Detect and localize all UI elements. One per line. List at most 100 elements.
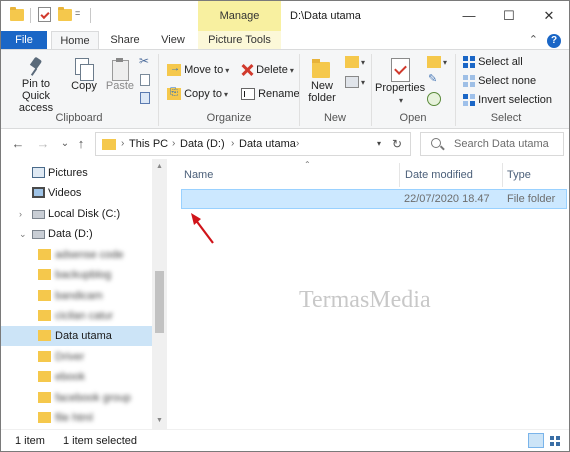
select-none-button[interactable]: Select none xyxy=(463,73,536,89)
nav-item-folder[interactable]: facebook group xyxy=(1,388,152,408)
pin-to-quick-access-button[interactable]: Pin to Quick access xyxy=(5,58,67,114)
title-bar: = Manage D:\Data utama — ☐ ✕ xyxy=(1,1,569,31)
copy-button[interactable]: Copy xyxy=(67,58,101,92)
nav-item-folder[interactable]: backupblog xyxy=(1,265,152,285)
edit-button[interactable] xyxy=(427,72,441,86)
nav-item-local-disk-c[interactable]: › Local Disk (C:) xyxy=(1,204,152,224)
copy-to-icon xyxy=(167,85,181,101)
easy-access-icon xyxy=(345,76,359,89)
open-icon xyxy=(427,56,441,69)
properties-icon[interactable] xyxy=(38,7,51,22)
forward-button[interactable]: → xyxy=(35,135,51,153)
breadcrumb-separator[interactable]: › xyxy=(172,133,175,155)
delete-button[interactable]: Delete ▾ xyxy=(241,62,294,78)
cut-button[interactable] xyxy=(139,54,151,68)
up-button[interactable]: ↑ xyxy=(73,135,89,153)
pin-icon xyxy=(29,58,43,78)
scissors-icon xyxy=(139,54,151,68)
history-button[interactable] xyxy=(427,92,441,106)
breadcrumb-this-pc[interactable]: This PC xyxy=(129,133,168,155)
column-header-type[interactable]: Type xyxy=(507,165,531,185)
nav-item-pictures[interactable]: Pictures xyxy=(1,163,152,183)
nav-item-data-d[interactable]: ⌄ Data (D:) xyxy=(1,224,152,244)
breadcrumb-separator[interactable]: › xyxy=(296,133,299,155)
nav-item-videos[interactable]: Videos xyxy=(1,183,152,203)
invert-selection-button[interactable]: Invert selection xyxy=(463,92,552,108)
nav-item-data-utama[interactable]: Data utama xyxy=(1,326,152,346)
tab-file[interactable]: File xyxy=(1,31,47,49)
chevron-down-icon: ▾ xyxy=(361,78,366,87)
type-cell: File folder xyxy=(507,193,556,205)
properties-button[interactable]: Properties ▾ xyxy=(375,58,425,107)
recent-locations-button[interactable]: ⌄ xyxy=(57,135,73,153)
tab-picture-tools[interactable]: Picture Tools xyxy=(198,31,281,49)
details-view-button[interactable] xyxy=(528,433,544,448)
breadcrumb-data-d[interactable]: Data (D:) xyxy=(180,133,225,155)
open-button[interactable]: ▾ xyxy=(427,56,447,69)
move-to-icon xyxy=(167,61,181,77)
back-button[interactable]: ← xyxy=(10,135,26,153)
maximize-button[interactable]: ☐ xyxy=(489,1,529,31)
watermark-text: TermasMedia xyxy=(299,287,431,313)
move-to-label: Move to xyxy=(184,64,224,76)
delete-icon xyxy=(241,64,253,76)
select-all-label: Select all xyxy=(478,56,523,68)
paste-button[interactable]: Paste xyxy=(103,58,137,92)
new-folder-icon[interactable] xyxy=(58,7,72,21)
nav-item-folder[interactable]: ebook xyxy=(1,367,152,387)
breadcrumb-data-utama[interactable]: Data utama xyxy=(239,133,296,155)
nav-item-label: Pictures xyxy=(48,167,88,179)
new-folder-button[interactable]: New folder xyxy=(303,58,341,104)
nav-item-folder[interactable]: Driver xyxy=(1,347,152,367)
tab-share[interactable]: Share xyxy=(103,31,147,49)
drive-icon xyxy=(32,210,45,219)
address-bar[interactable]: › This PC › Data (D:) › Data utama › ▾ ↻ xyxy=(95,132,411,156)
rename-button[interactable]: Rename xyxy=(241,86,300,102)
scroll-down-icon[interactable]: ▼ xyxy=(152,417,167,424)
expand-chevron-icon[interactable]: › xyxy=(19,204,22,224)
chevron-down-icon: ▾ xyxy=(223,90,228,99)
breadcrumb-separator[interactable]: › xyxy=(121,133,124,155)
nav-item-folder[interactable]: cicilan catur xyxy=(1,306,152,326)
move-to-button[interactable]: Move to▾ xyxy=(167,61,229,78)
column-header-name[interactable]: Name ⌃ xyxy=(184,160,402,185)
refresh-button[interactable]: ↻ xyxy=(392,133,402,155)
copy-path-icon xyxy=(140,74,150,87)
column-divider[interactable] xyxy=(502,163,503,187)
scrollbar-thumb[interactable] xyxy=(155,271,164,333)
select-group-label: Select xyxy=(490,112,522,124)
file-name-cell[interactable] xyxy=(186,190,396,208)
navigation-pane: Pictures Videos › Local Disk (C:) ⌄ Data… xyxy=(1,159,167,429)
minimize-button[interactable]: — xyxy=(449,1,489,31)
nav-item-label: Videos xyxy=(48,187,82,199)
breadcrumb-separator[interactable]: › xyxy=(231,133,234,155)
copy-path-button[interactable] xyxy=(140,74,150,87)
nav-pane-scrollbar[interactable]: ▲ ▼ xyxy=(152,159,167,429)
column-divider[interactable] xyxy=(399,163,400,187)
nav-item-folder[interactable]: bandicam xyxy=(1,286,152,306)
folder-icon xyxy=(102,139,116,150)
new-item-button[interactable]: ▾ xyxy=(345,56,365,69)
tab-view[interactable]: View xyxy=(151,31,195,49)
copy-to-button[interactable]: Copy to▾ xyxy=(167,85,228,102)
scroll-up-icon[interactable]: ▲ xyxy=(152,163,167,170)
easy-access-button[interactable]: ▾ xyxy=(345,76,366,89)
table-row[interactable]: 22/07/2020 18.47 File folder xyxy=(181,189,567,209)
column-header-date-modified[interactable]: Date modified xyxy=(405,165,473,185)
paste-icon xyxy=(111,58,129,81)
large-icons-view-button[interactable] xyxy=(547,433,563,448)
select-all-button[interactable]: Select all xyxy=(463,54,523,70)
nav-item-folder[interactable]: adsense code xyxy=(1,245,152,265)
new-item-icon xyxy=(345,56,359,69)
help-icon[interactable]: ? xyxy=(547,34,561,48)
nav-item-folder[interactable]: file html xyxy=(1,408,152,428)
search-box[interactable]: Search Data utama xyxy=(420,132,564,156)
collapse-chevron-icon[interactable]: ⌄ xyxy=(19,224,27,244)
file-list: Name ⌃ Date modified Type 22/07/2020 18.… xyxy=(167,159,569,429)
collapse-ribbon-icon[interactable]: ⌃ xyxy=(529,34,538,46)
paste-shortcut-button[interactable] xyxy=(140,92,150,105)
address-history-chevron-icon[interactable]: ▾ xyxy=(377,133,381,155)
tab-home[interactable]: Home xyxy=(51,31,99,50)
customize-qat-button[interactable]: = xyxy=(75,8,80,18)
close-button[interactable]: ✕ xyxy=(529,1,569,31)
